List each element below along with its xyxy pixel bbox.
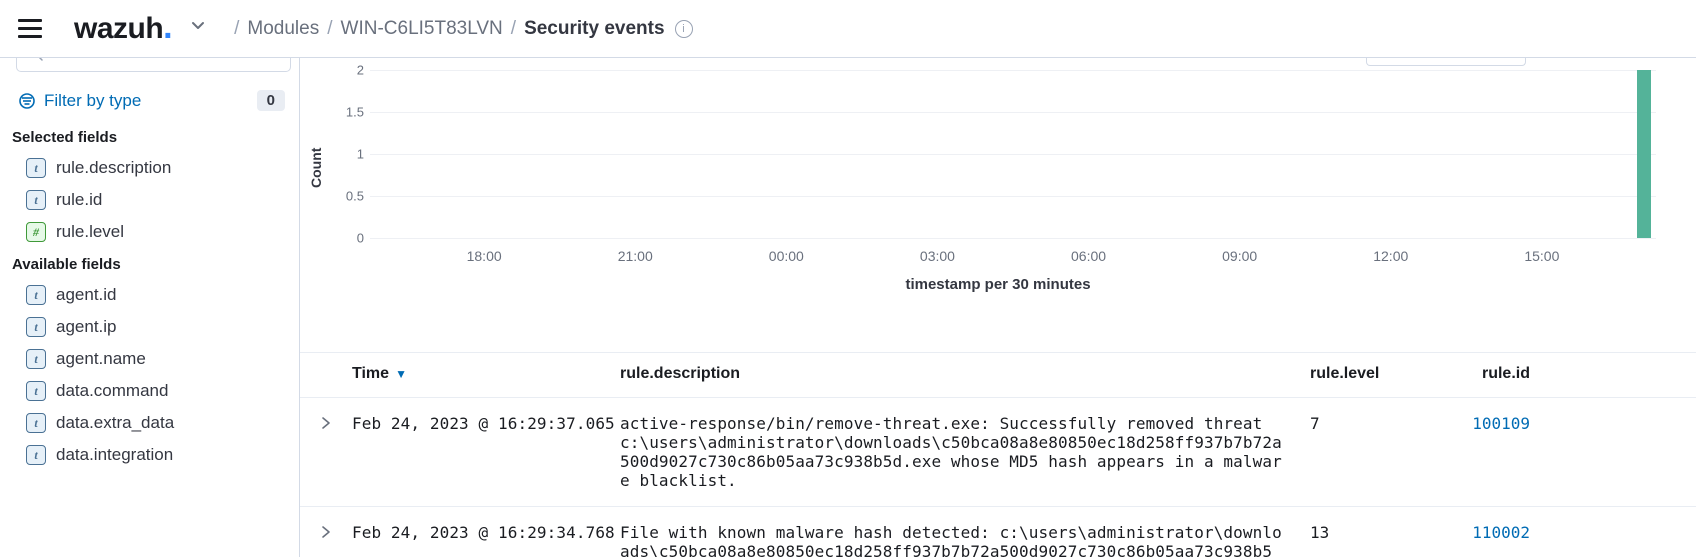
text-type-icon: t <box>26 381 46 401</box>
text-type-icon: t <box>26 413 46 433</box>
chart-ytick: 0.5 <box>338 189 364 204</box>
field-label: data.command <box>56 381 168 401</box>
text-type-icon: t <box>26 445 46 465</box>
field-label: agent.name <box>56 349 146 369</box>
chart-ytick: 2 <box>338 63 364 78</box>
field-label: rule.id <box>56 190 102 210</box>
field-label: rule.level <box>56 222 124 242</box>
chart-gridline <box>370 196 1656 197</box>
table-row: Feb 24, 2023 @ 16:29:37.065 active-respo… <box>300 397 1696 506</box>
chart-xtick: 06:00 <box>1071 248 1106 264</box>
col-time-sort[interactable]: Time ▼ <box>352 365 620 383</box>
available-field-item[interactable]: t agent.ip <box>8 311 299 343</box>
available-field-item[interactable]: t agent.id <box>8 279 299 311</box>
chart-xtick: 12:00 <box>1373 248 1408 264</box>
cell-description: active-response/bin/remove-threat.exe: S… <box>620 414 1310 490</box>
number-type-icon: # <box>26 222 46 242</box>
selected-fields-heading: Selected fields <box>8 121 299 152</box>
chart-xtick: 21:00 <box>618 248 653 264</box>
text-type-icon: t <box>26 349 46 369</box>
chart-xtick: 03:00 <box>920 248 955 264</box>
breadcrumb-current: Security events <box>524 18 664 40</box>
chart-ytick: 1.5 <box>338 105 364 120</box>
chart-xtick: 09:00 <box>1222 248 1257 264</box>
chart-xtick: 18:00 <box>467 248 502 264</box>
field-label: rule.description <box>56 158 171 178</box>
chart-gridline <box>370 112 1656 113</box>
chart-ytick: 0 <box>338 231 364 246</box>
cell-level: 7 <box>1310 414 1450 433</box>
selected-field-item[interactable]: # rule.level <box>8 216 299 248</box>
chart-bar[interactable] <box>1637 70 1651 238</box>
text-type-icon: t <box>26 317 46 337</box>
search-icon <box>27 58 43 61</box>
events-table: Time ▼ rule.description rule.level rule.… <box>300 352 1696 557</box>
main-panel: Count 0 0.5 1 1.5 2 18:00 21:00 00:00 03:00 06:00… <box>300 58 1696 557</box>
chart-gridline <box>370 70 1656 71</box>
chart-xtick: 15:00 <box>1524 248 1559 264</box>
chart-xtick: 00:00 <box>769 248 804 264</box>
available-field-item[interactable]: t data.extra_data <box>8 407 299 439</box>
available-fields-heading: Available fields <box>8 248 299 279</box>
logo[interactable]: wazuh. <box>74 12 172 46</box>
logo-text: wazuh <box>74 12 163 46</box>
col-description[interactable]: rule.description <box>620 365 1310 383</box>
available-field-item[interactable]: t agent.name <box>8 343 299 375</box>
chart-xlabel: timestamp per 30 minutes <box>300 276 1696 293</box>
sort-desc-icon: ▼ <box>395 367 407 381</box>
chart-ylabel: Count <box>308 148 324 188</box>
selected-field-item[interactable]: t rule.id <box>8 184 299 216</box>
field-label: data.extra_data <box>56 413 174 433</box>
field-label: agent.id <box>56 285 117 305</box>
chart-gridline <box>370 238 1656 239</box>
text-type-icon: t <box>26 158 46 178</box>
expand-row-button[interactable] <box>300 523 352 539</box>
available-field-item[interactable]: t data.integration <box>8 439 299 471</box>
field-label: agent.ip <box>56 317 117 337</box>
text-type-icon: t <box>26 285 46 305</box>
breadcrumb: / Modules / WIN-C6LI5T83LVN / Security e… <box>234 18 692 40</box>
field-search-placeholder: Search field names <box>49 58 186 62</box>
selected-field-item[interactable]: t rule.description <box>8 152 299 184</box>
chart-gridline <box>370 154 1656 155</box>
cell-description: File with known malware hash detected: c… <box>620 523 1310 557</box>
breadcrumb-agent[interactable]: WIN-C6LI5T83LVN <box>341 18 503 40</box>
table-row: Feb 24, 2023 @ 16:29:34.768 File with kn… <box>300 506 1696 557</box>
filter-icon <box>18 92 36 110</box>
available-field-item[interactable]: t data.command <box>8 375 299 407</box>
cell-level: 13 <box>1310 523 1450 542</box>
cell-time: Feb 24, 2023 @ 16:29:34.768 <box>352 523 620 542</box>
table-header: Time ▼ rule.description rule.level rule.… <box>300 353 1696 397</box>
field-search-input[interactable]: Search field names <box>16 58 291 72</box>
cell-rule-id-link[interactable]: 110002 <box>1450 523 1580 542</box>
cell-rule-id-link[interactable]: 100109 <box>1450 414 1580 433</box>
filter-count-badge: 0 <box>257 90 285 111</box>
histogram-chart[interactable]: Count 0 0.5 1 1.5 2 18:00 21:00 00:00 03:00 06:00… <box>300 58 1696 348</box>
breadcrumb-modules[interactable]: Modules <box>247 18 319 40</box>
col-level[interactable]: rule.level <box>1310 365 1450 383</box>
filter-by-type-button[interactable]: Filter by type <box>18 91 141 111</box>
fields-sidebar: Search field names Filter by type 0 Sele… <box>0 58 300 557</box>
topbar: wazuh. / Modules / WIN-C6LI5T83LVN / Sec… <box>0 0 1696 58</box>
chevron-down-icon[interactable] <box>188 16 208 41</box>
field-label: data.integration <box>56 445 173 465</box>
cell-time: Feb 24, 2023 @ 16:29:37.065 <box>352 414 620 433</box>
expand-row-button[interactable] <box>300 414 352 430</box>
menu-toggle-button[interactable] <box>18 17 42 41</box>
text-type-icon: t <box>26 190 46 210</box>
info-icon[interactable]: i <box>675 20 693 38</box>
chart-ytick: 1 <box>338 147 364 162</box>
col-id[interactable]: rule.id <box>1450 365 1580 383</box>
